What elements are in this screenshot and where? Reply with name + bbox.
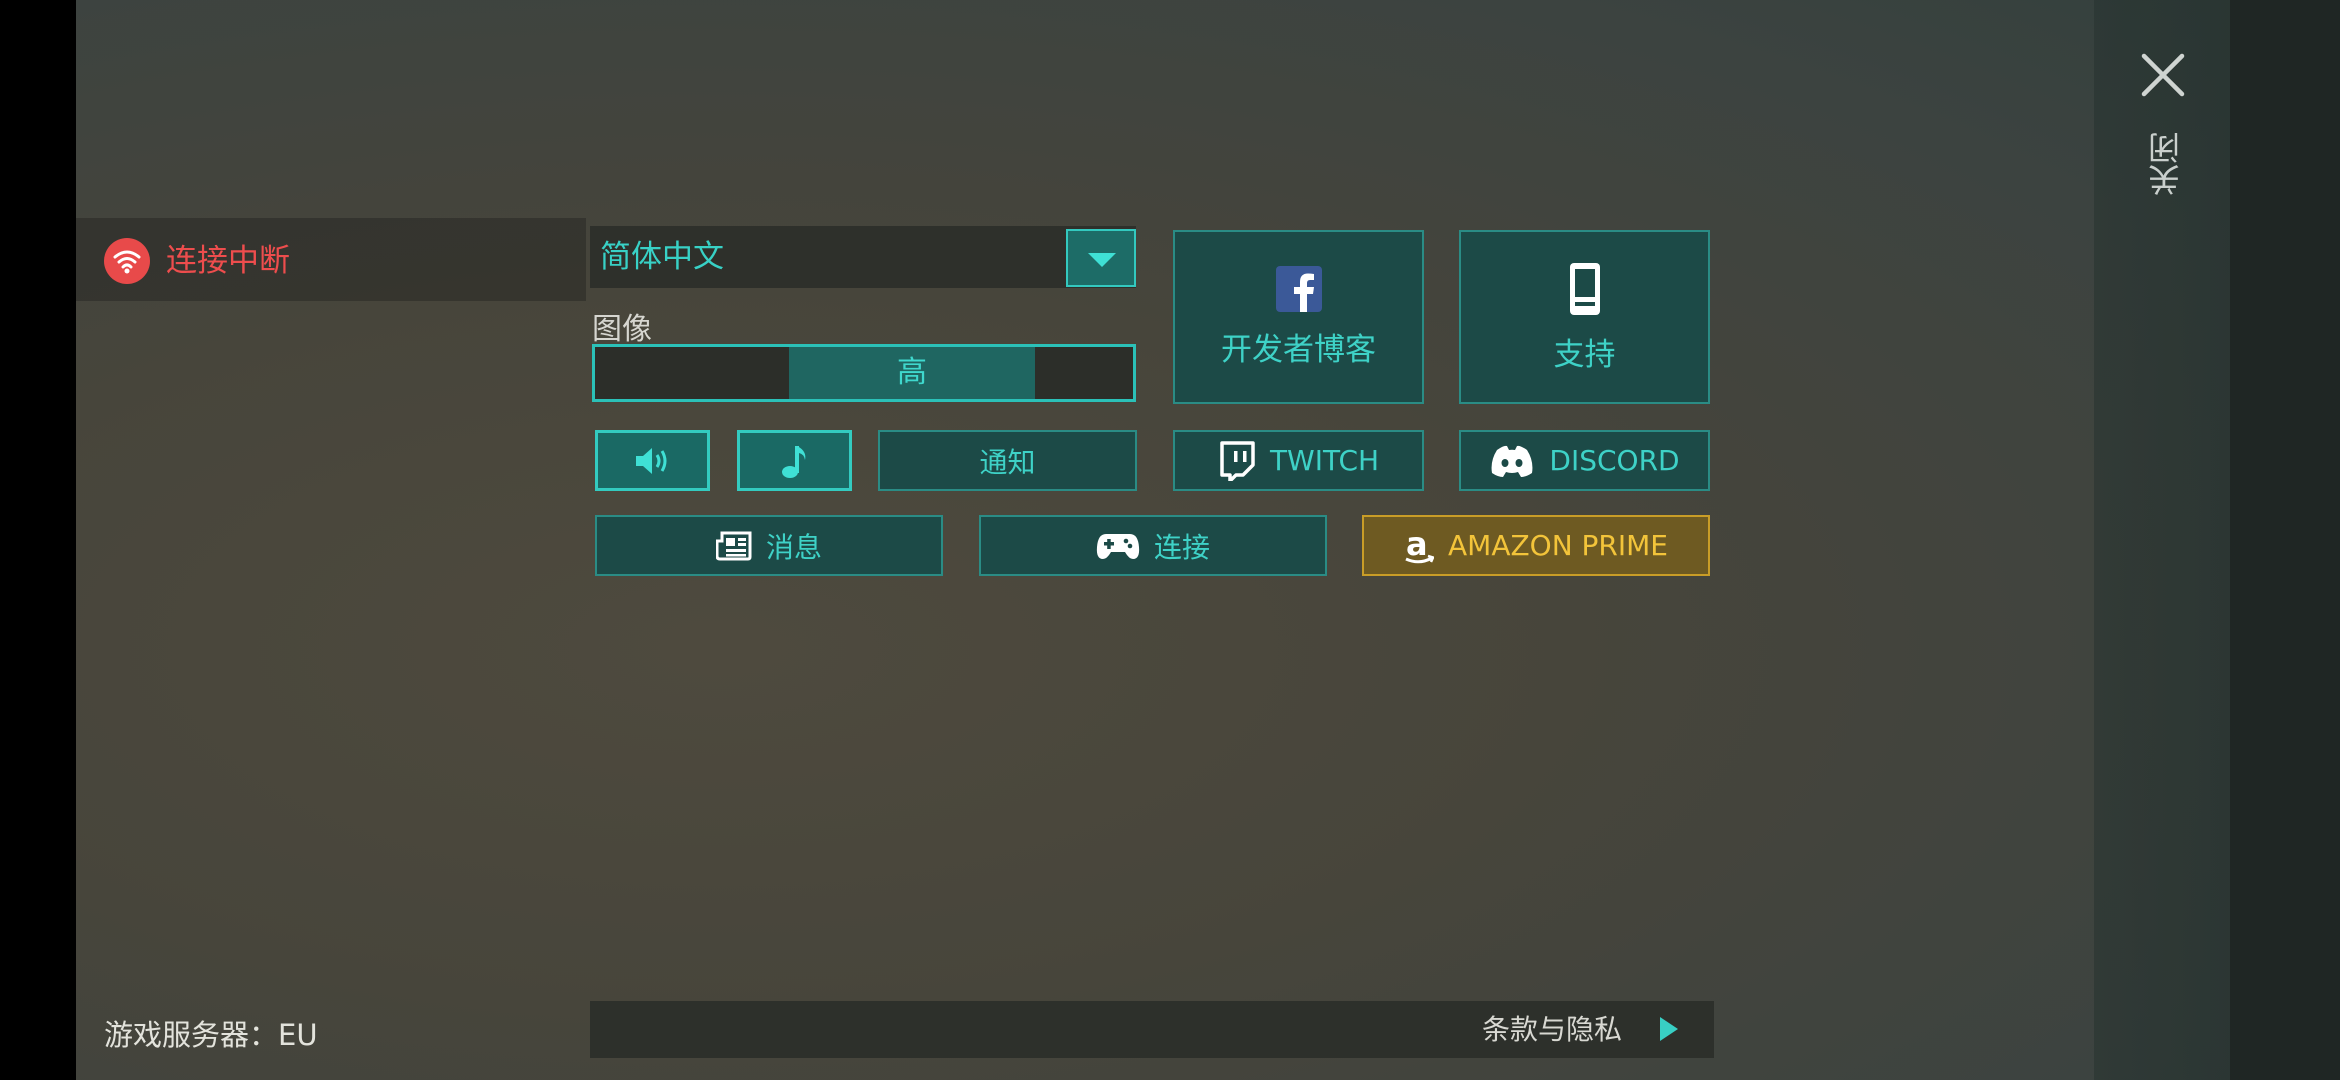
gamepad-icon [1096,531,1140,561]
developer-blog-label: 开发者博客 [1221,331,1376,368]
game-server-info: 游戏服务器：EU [104,1012,318,1054]
close-label[interactable]: 关闭 [2146,132,2186,196]
discord-label: DISCORD [1549,444,1680,477]
facebook-icon [1275,265,1322,312]
discord-icon [1489,444,1535,478]
graphics-label: 图像 [592,312,652,347]
notifications-label: 通知 [979,445,1036,479]
language-select-value: 简体中文 [600,239,724,275]
game-server-label: 游戏服务器： [104,1018,279,1052]
news-button[interactable]: 消息 [595,515,943,576]
amazon-prime-label: AMAZON PRIME [1448,529,1668,562]
amazon-prime-button[interactable]: a AMAZON PRIME [1362,515,1710,576]
connection-status-text: 连接中断 [166,243,290,279]
support-label: 支持 [1553,336,1616,373]
amazon-icon: a [1404,528,1434,564]
phone-icon [1568,261,1602,317]
wifi-icon [104,238,150,284]
music-toggle-button[interactable] [737,430,852,491]
connect-button[interactable]: 连接 [979,515,1327,576]
screen-edge [2230,0,2340,1080]
svg-text:a: a [1406,528,1428,563]
language-dropdown-button[interactable] [1066,229,1136,287]
music-note-icon [780,443,810,479]
news-label: 消息 [765,530,822,564]
play-arrow-icon[interactable] [1660,1017,1678,1041]
notifications-button[interactable]: 通知 [878,430,1137,491]
support-button[interactable]: 支持 [1459,230,1710,404]
connection-status-bar [76,218,586,301]
game-server-value: EU [278,1018,318,1052]
graphics-quality-value: 高 [897,355,927,390]
twitch-button[interactable]: TWITCH [1173,430,1424,491]
close-icon[interactable] [2140,52,2186,102]
chevron-down-icon [1088,253,1116,267]
developer-blog-button[interactable]: 开发者博客 [1173,230,1424,404]
discord-button[interactable]: DISCORD [1459,430,1710,491]
connect-label: 连接 [1153,530,1210,564]
twitch-icon [1218,440,1256,481]
sound-toggle-button[interactable] [595,430,710,491]
newspaper-icon [715,531,752,561]
twitch-label: TWITCH [1269,444,1380,477]
speaker-icon [633,445,673,477]
terms-privacy-link[interactable]: 条款与隐私 [1482,1001,1622,1058]
